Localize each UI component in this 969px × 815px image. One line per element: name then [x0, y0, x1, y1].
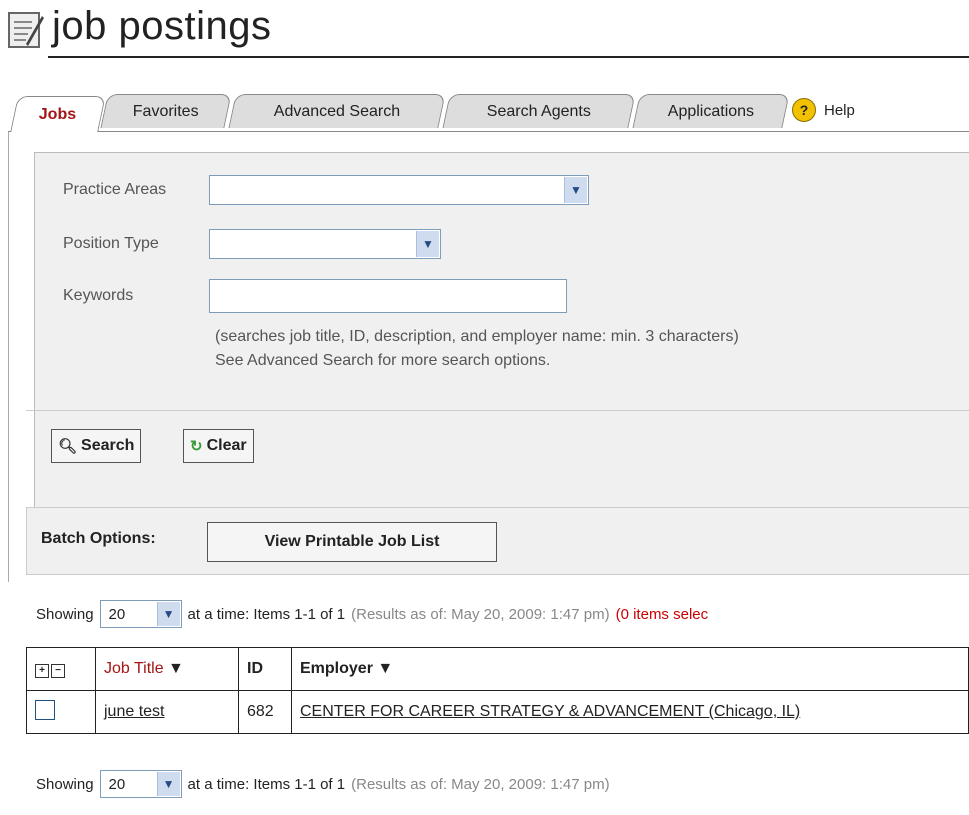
- table-header-row: + − Job Title ▼ ID Employer ▼: [26, 647, 969, 691]
- tab-search-agents[interactable]: Search Agents: [442, 94, 636, 128]
- clear-button[interactable]: ↻ Clear: [183, 429, 254, 463]
- per-page-select-bottom[interactable]: 20 ▼: [99, 770, 182, 798]
- tab-jobs[interactable]: Jobs: [10, 96, 106, 132]
- row-checkbox[interactable]: [35, 699, 55, 720]
- search-form: Practice Areas ▼ Position Type ▼ Keyword…: [34, 152, 969, 545]
- tab-favorites[interactable]: Favorites: [100, 94, 232, 128]
- help-link[interactable]: ? Help: [792, 98, 855, 122]
- question-icon: ?: [792, 98, 816, 122]
- results-as-of: (Results as of: May 20, 2009: 1:47 pm): [351, 775, 610, 793]
- expand-all-icon[interactable]: +: [35, 664, 49, 678]
- search-divider: [26, 410, 969, 411]
- column-header-employer[interactable]: Employer ▼: [291, 647, 969, 691]
- practice-areas-select[interactable]: ▼: [209, 175, 589, 205]
- keywords-label: Keywords: [63, 287, 134, 304]
- batch-options-bar: Batch Options: View Printable Job List: [26, 507, 969, 575]
- results-table: + − Job Title ▼ ID Employer ▼ june test 6…: [26, 647, 969, 734]
- table-row: june test 682 CENTER FOR CAREER STRATEGY…: [26, 690, 969, 734]
- expand-collapse-header: + −: [26, 647, 96, 691]
- keywords-hint: (searches job title, ID, description, an…: [215, 328, 739, 345]
- batch-options-label: Batch Options:: [41, 530, 156, 547]
- tab-bar: Jobs Favorites Advanced Search Search Ag…: [0, 86, 969, 132]
- per-page-select-top[interactable]: 20 ▼: [99, 600, 182, 628]
- results-as-of: (Results as of: May 20, 2009: 1:47 pm): [351, 605, 610, 623]
- page-title: job postings: [52, 4, 272, 48]
- title-underline: [48, 56, 969, 58]
- pager-top: Showing 20 ▼ at a time: Items 1-1 of 1 (…: [36, 600, 708, 628]
- column-header-job-title[interactable]: Job Title ▼: [95, 647, 239, 691]
- employer-link[interactable]: CENTER FOR CAREER STRATEGY & ADVANCEMENT…: [300, 703, 800, 720]
- position-type-label: Position Type: [63, 235, 159, 252]
- view-printable-job-list-button[interactable]: View Printable Job List: [207, 522, 497, 562]
- notepad-icon: [8, 12, 44, 48]
- panel-border: [8, 132, 9, 582]
- chevron-down-icon: ▼: [564, 177, 587, 203]
- tab-applications[interactable]: Applications: [632, 94, 790, 128]
- selected-count: (0 items selec: [615, 605, 709, 623]
- chevron-down-icon: ▼: [416, 231, 439, 257]
- row-select-cell: [26, 690, 96, 734]
- help-label: Help: [824, 101, 855, 119]
- sort-down-icon: ▼: [168, 660, 184, 677]
- sort-down-icon: ▼: [377, 660, 394, 677]
- pager-bottom: Showing 20 ▼ at a time: Items 1-1 of 1 (…: [36, 770, 610, 798]
- page-header: job postings: [4, 0, 969, 58]
- collapse-all-icon[interactable]: −: [51, 664, 65, 678]
- keywords-input[interactable]: [209, 279, 567, 313]
- employer-cell: CENTER FOR CAREER STRATEGY & ADVANCEMENT…: [291, 690, 969, 734]
- tab-advanced-search[interactable]: Advanced Search: [228, 94, 446, 128]
- column-header-id: ID: [238, 647, 292, 691]
- chevron-down-icon: ▼: [156, 772, 180, 796]
- search-button[interactable]: 🔍︎ Search: [51, 429, 142, 463]
- refresh-icon: ↻: [190, 438, 203, 455]
- job-title-link[interactable]: june test: [104, 703, 164, 720]
- chevron-down-icon: ▼: [156, 602, 180, 626]
- advanced-search-hint: See Advanced Search for more search opti…: [215, 352, 551, 369]
- job-title-cell: june test: [95, 690, 239, 734]
- position-type-select[interactable]: ▼: [209, 229, 441, 259]
- magnifier-icon: 🔍︎: [58, 438, 78, 455]
- practice-areas-label: Practice Areas: [63, 181, 167, 198]
- job-id-cell: 682: [238, 690, 292, 734]
